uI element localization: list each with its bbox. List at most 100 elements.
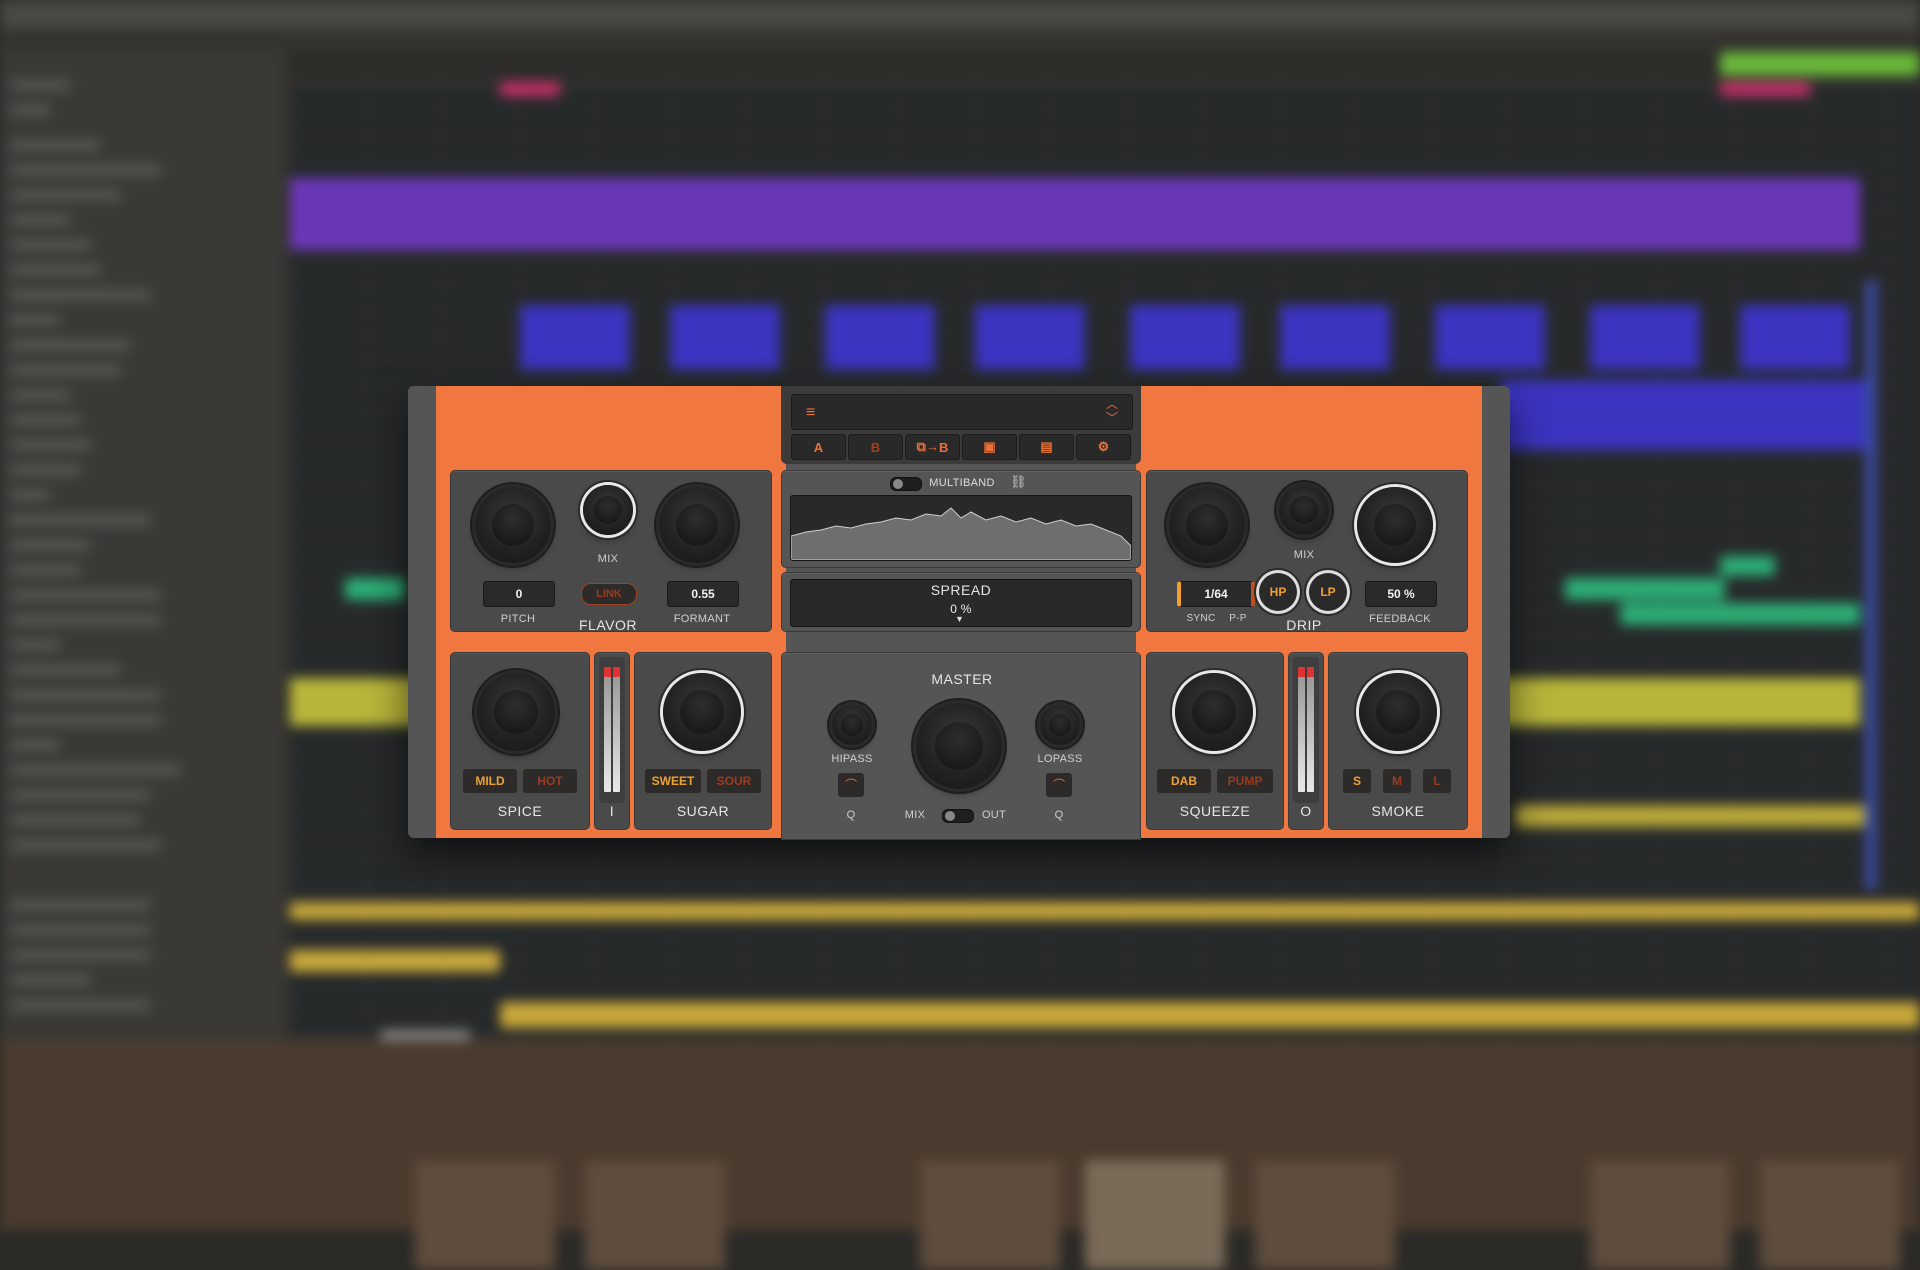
flavor-mix-label: MIX: [597, 553, 619, 565]
daw-region: [1720, 82, 1810, 96]
save-icon: ▣: [983, 439, 996, 454]
spread-panel: SPREAD 0 % ▼: [781, 572, 1141, 632]
master-mix-knob[interactable]: [916, 703, 1002, 789]
daw-region: [975, 305, 1085, 370]
daw-track-list: [0, 50, 280, 1040]
pitch-label: PITCH: [500, 613, 536, 625]
hipass-knob[interactable]: [832, 705, 872, 745]
calendar-button[interactable]: ▤: [1019, 434, 1074, 460]
pitch-knob[interactable]: [475, 487, 551, 563]
smoke-title: SMOKE: [1371, 803, 1425, 819]
smoke-l-button[interactable]: L: [1423, 769, 1451, 793]
daw-timeline-ruler: [290, 50, 1920, 85]
lopass-knob[interactable]: [1040, 705, 1080, 745]
link-toggle[interactable]: LINK: [581, 583, 637, 605]
sync-value[interactable]: 1/64: [1177, 581, 1255, 607]
ab-compare-row: A B ⧉→ B ▣ ▤ ⚙: [791, 434, 1131, 460]
lopass-slope-button[interactable]: ⌒: [1046, 773, 1072, 797]
preset-b-button[interactable]: B: [848, 434, 903, 460]
hipass-slope-icon: ⌒: [844, 778, 857, 792]
output-meter-label: O: [1300, 803, 1312, 819]
hamburger-icon[interactable]: ≡: [806, 404, 815, 422]
daw-region: [290, 950, 500, 972]
daw-region: [345, 578, 405, 600]
caret-down-icon: ▼: [955, 614, 964, 624]
hipass-slope-button[interactable]: ⌒: [838, 773, 864, 797]
lopass-slope-icon: ⌒: [1052, 778, 1065, 792]
smoke-m-button[interactable]: M: [1383, 769, 1411, 793]
drip-time-knob[interactable]: [1169, 487, 1245, 563]
mix-out-toggle[interactable]: [942, 809, 974, 823]
flavor-title: FLAVOR: [579, 617, 637, 633]
daw-region: [1565, 578, 1725, 600]
daw-region: [500, 82, 560, 96]
master-panel: MASTER HIPASS LOPASS ⌒ ⌒ Q Q MIX OUT: [781, 652, 1141, 840]
hipass-q-label: Q: [846, 809, 856, 821]
gear-icon: ⚙: [1097, 439, 1110, 454]
drip-mix-label: MIX: [1293, 549, 1315, 561]
daw-region: [1720, 556, 1775, 576]
sweet-button[interactable]: SWEET: [645, 769, 701, 793]
up-down-chevron-icon[interactable]: ︿ ﹀: [1106, 397, 1118, 425]
formant-knob[interactable]: [659, 487, 735, 563]
multiband-toggle[interactable]: [890, 477, 922, 491]
smoke-s-button[interactable]: S: [1343, 769, 1371, 793]
daw-region: [1280, 305, 1390, 370]
daw-region: [1720, 52, 1920, 76]
daw-mixer-area: [0, 1040, 1920, 1270]
spice-title: SPICE: [497, 803, 543, 819]
pump-button[interactable]: PUMP: [1217, 769, 1273, 793]
spectrum-display: [790, 495, 1132, 561]
spice-panel: MILD HOT SPICE: [450, 652, 590, 830]
settings-button[interactable]: ⚙: [1076, 434, 1131, 460]
mild-button[interactable]: MILD: [463, 769, 517, 793]
formant-label: FORMANT: [673, 613, 731, 625]
flavor-mix-knob[interactable]: [583, 485, 633, 535]
spice-knob[interactable]: [477, 673, 555, 751]
preset-display[interactable]: ≡ ︿ ﹀: [791, 394, 1133, 430]
hp-button[interactable]: HP: [1259, 573, 1297, 611]
sugar-title: SUGAR: [676, 803, 730, 819]
feedback-knob[interactable]: [1357, 487, 1433, 563]
smoke-knob[interactable]: [1359, 673, 1437, 751]
drip-mix-knob[interactable]: [1279, 485, 1329, 535]
ping-pong-label[interactable]: P-P: [1223, 613, 1253, 624]
dab-button[interactable]: DAB: [1157, 769, 1211, 793]
copy-ab-button[interactable]: ⧉→ B: [905, 434, 960, 460]
spread-display[interactable]: SPREAD 0 % ▼: [790, 579, 1132, 627]
lopass-q-label: Q: [1054, 809, 1064, 821]
link-chain-icon[interactable]: ⛓: [1010, 474, 1027, 490]
squeeze-knob[interactable]: [1175, 673, 1253, 751]
daw-region: [670, 305, 780, 370]
sugar-knob[interactable]: [663, 673, 741, 751]
calendar-icon: ▤: [1040, 439, 1053, 454]
smoke-panel: S M L SMOKE: [1328, 652, 1468, 830]
pitch-value[interactable]: 0: [483, 581, 555, 607]
lopass-label: LOPASS: [1037, 753, 1083, 765]
input-meter: [599, 657, 625, 803]
daw-region: [1740, 305, 1850, 370]
lp-button[interactable]: LP: [1309, 573, 1347, 611]
sour-button[interactable]: SOUR: [707, 769, 761, 793]
multiband-label: MULTIBAND: [929, 477, 995, 489]
daw-horizontal-scrollbar: [380, 1030, 470, 1040]
daw-region: [520, 305, 630, 370]
input-meter-label: I: [609, 803, 615, 819]
input-meter-panel: I: [594, 652, 630, 830]
daw-region: [500, 1002, 1920, 1028]
output-meter-panel: O: [1288, 652, 1324, 830]
master-out-label: OUT: [981, 809, 1007, 821]
feedback-value[interactable]: 50 %: [1365, 581, 1437, 607]
daw-region: [1515, 805, 1865, 827]
hot-button[interactable]: HOT: [523, 769, 577, 793]
daw-region: [290, 178, 1860, 250]
preset-a-button[interactable]: A: [791, 434, 846, 460]
formant-value[interactable]: 0.55: [667, 581, 739, 607]
daw-region: [1590, 305, 1700, 370]
save-button[interactable]: ▣: [962, 434, 1017, 460]
squeeze-title: SQUEEZE: [1179, 803, 1251, 819]
daw-menubar: [0, 0, 1920, 28]
daw-region: [1435, 305, 1545, 370]
multiband-panel: MULTIBAND ⛓: [781, 470, 1141, 568]
sync-label[interactable]: SYNC: [1181, 613, 1221, 624]
